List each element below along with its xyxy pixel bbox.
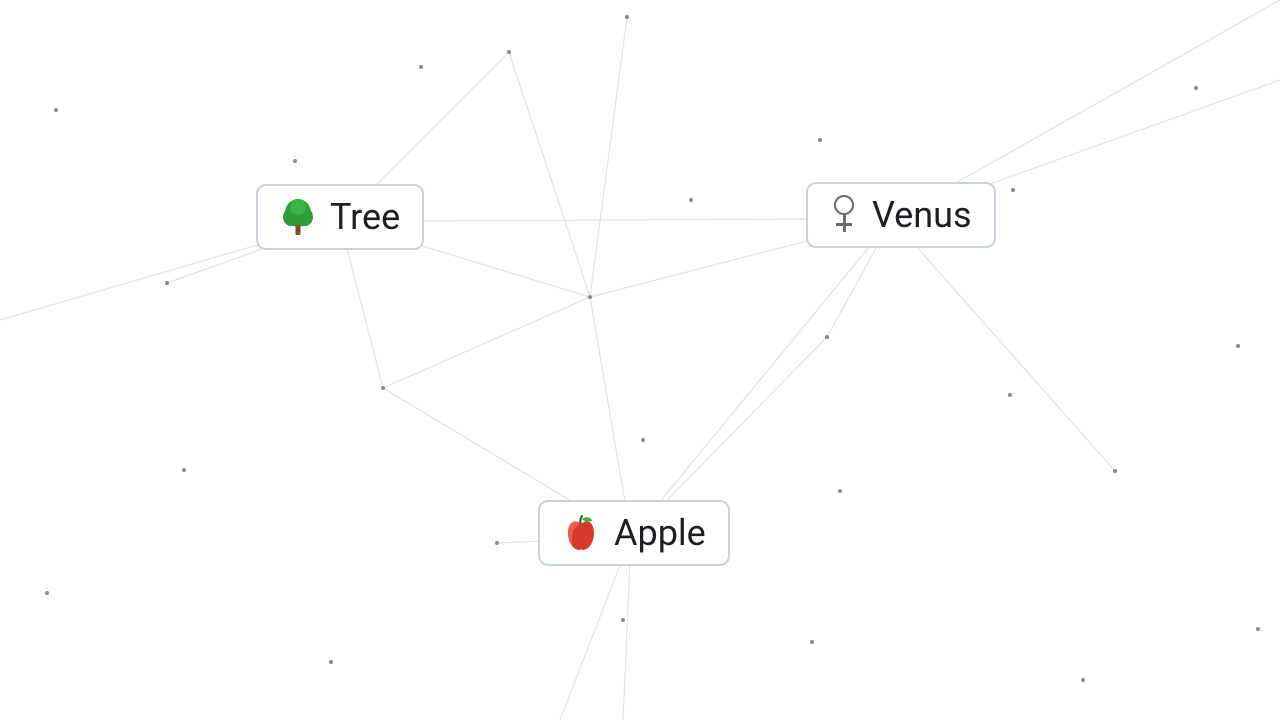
tree-icon [280, 197, 316, 237]
element-card-label: Apple [614, 512, 706, 554]
game-canvas[interactable]: Tree Venus Apple [0, 0, 1280, 720]
background-network [0, 0, 1280, 720]
element-card-label: Tree [330, 196, 400, 238]
element-card-venus[interactable]: Venus [806, 182, 996, 248]
element-card-tree[interactable]: Tree [256, 184, 424, 250]
venus-icon [830, 195, 858, 235]
element-card-label: Venus [872, 194, 972, 236]
apple-icon [562, 513, 600, 553]
element-card-apple[interactable]: Apple [538, 500, 730, 566]
